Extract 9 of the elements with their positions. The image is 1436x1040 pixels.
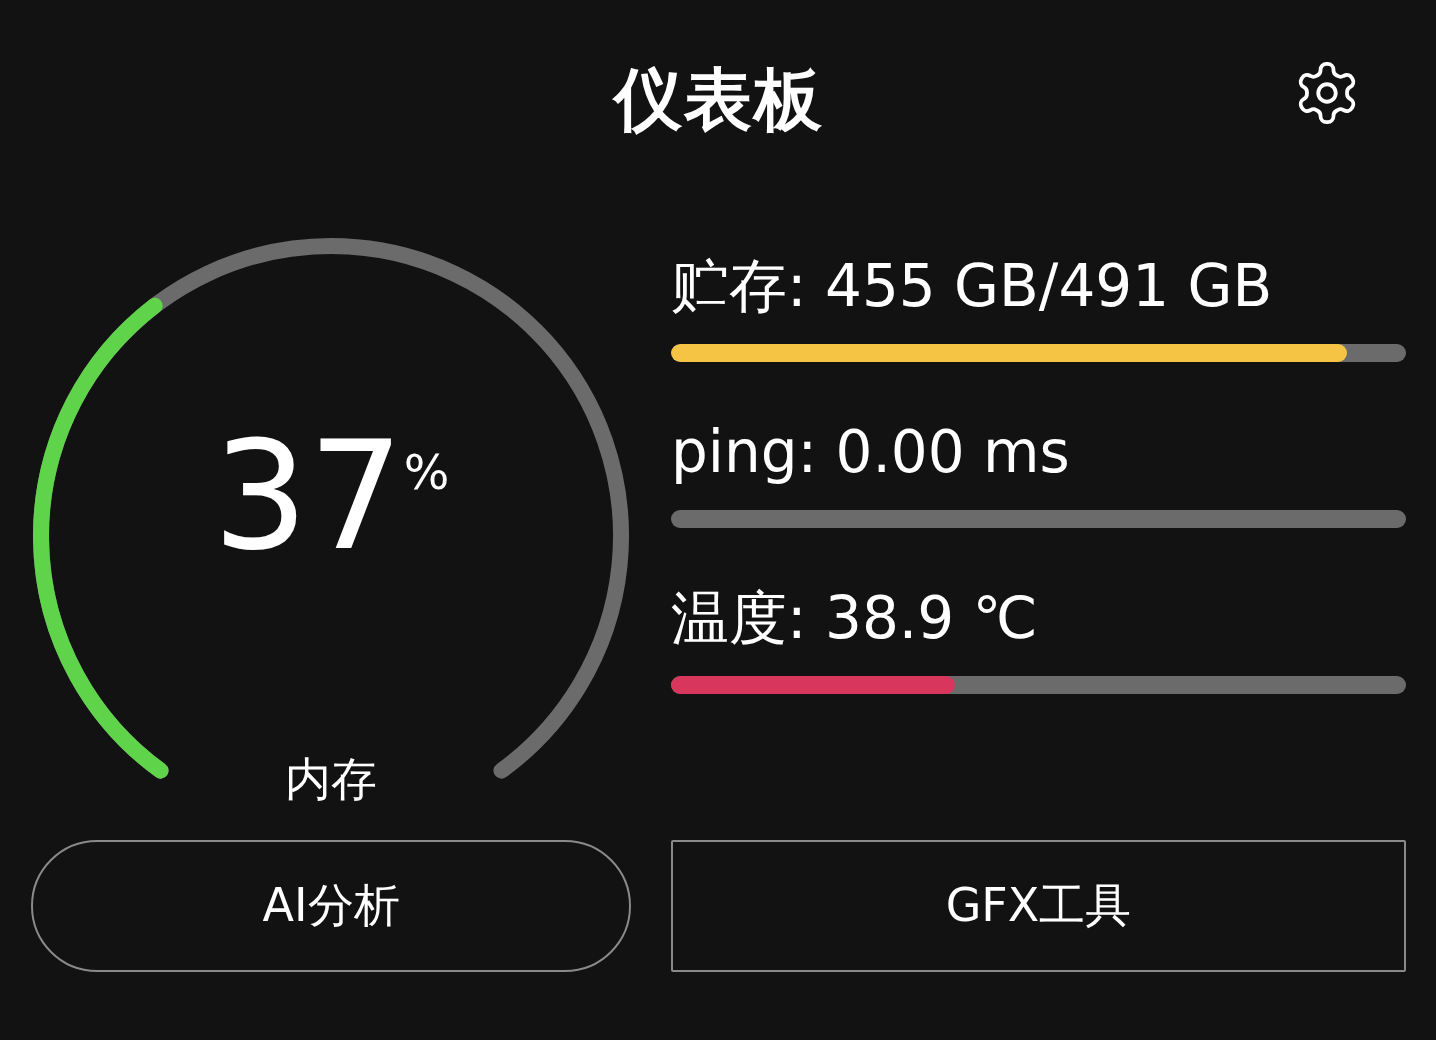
gauge-value: 37 bbox=[212, 408, 404, 585]
gauge-unit: % bbox=[403, 444, 450, 500]
metric-label: ping: 0.00 ms bbox=[671, 417, 1071, 488]
metric-label: 温度: 38.9 ℃ bbox=[671, 583, 1039, 654]
tools-button[interactable]: GFX工具 bbox=[671, 840, 1406, 972]
dashboard-title: 仪表板 bbox=[613, 58, 824, 141]
metric-label: 贮存: 455 GB/491 GB bbox=[671, 251, 1274, 322]
gauge-label: 内存 bbox=[284, 751, 378, 808]
analysis-button[interactable]: AI分析 bbox=[31, 840, 631, 972]
